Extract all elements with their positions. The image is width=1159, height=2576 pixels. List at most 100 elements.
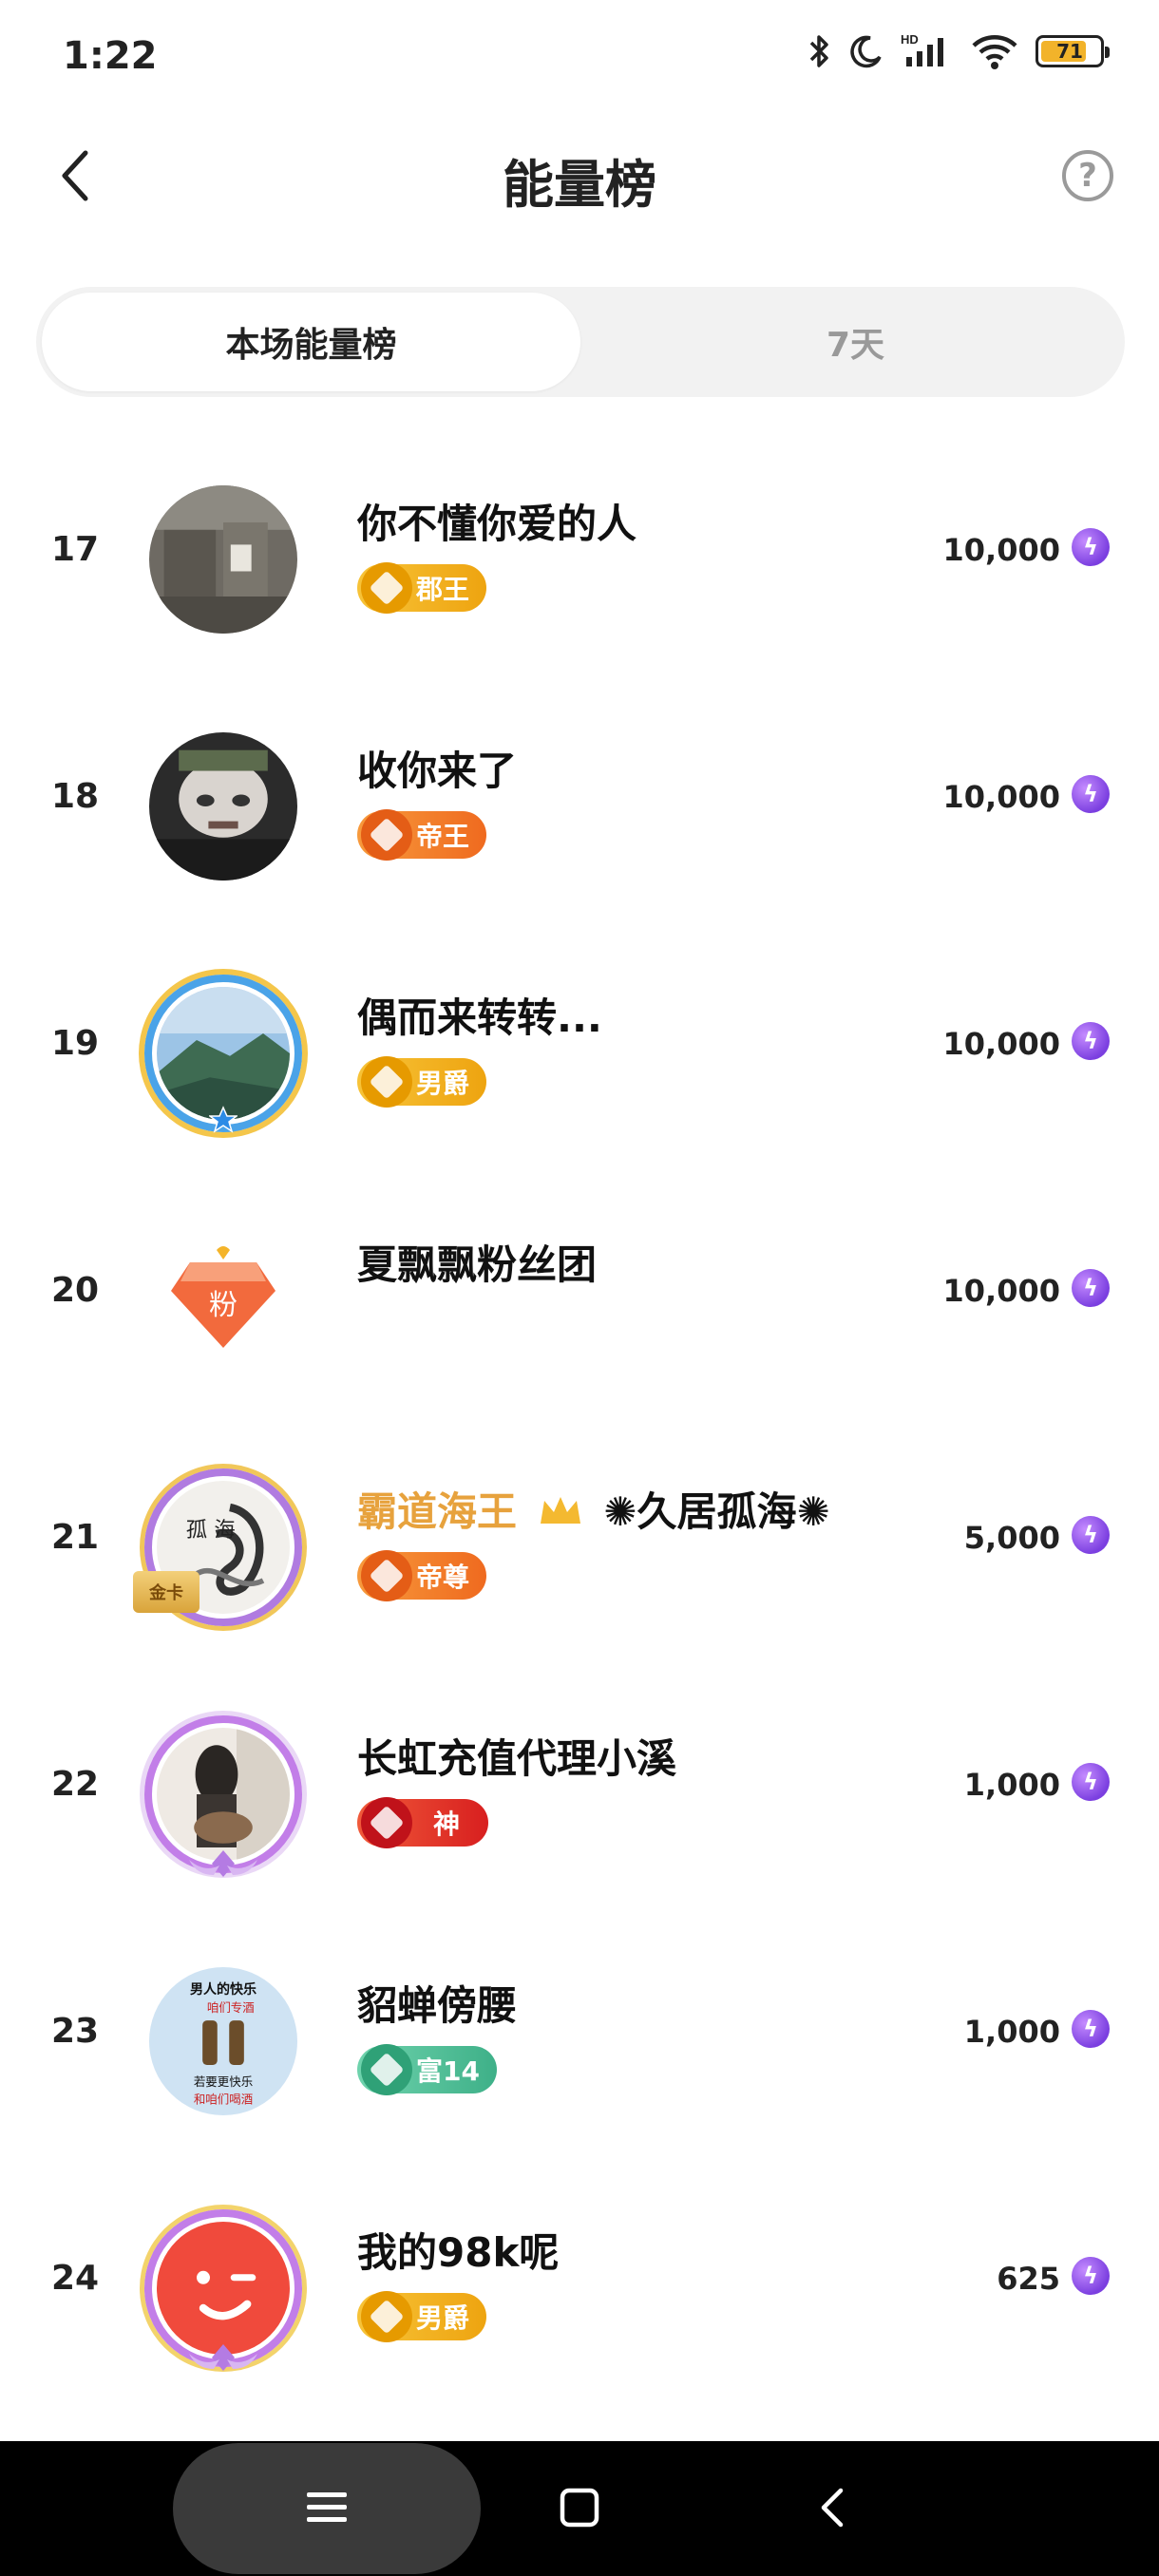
- avatar[interactable]: 粉: [133, 1210, 314, 1391]
- list-item[interactable]: 23 男人的快乐 咱们专酒 若要更快乐 和咱们喝酒 貂蝉傍腰 富14 1,000…: [0, 1909, 1159, 2156]
- list-item[interactable]: 24 我的98k呢 男爵 625 ϟ: [0, 2156, 1159, 2403]
- fan-label: 粉: [209, 1289, 238, 1322]
- list-item[interactable]: 20 粉 夏飘飘粉丝团 10,000 ϟ: [0, 1168, 1159, 1415]
- home-button[interactable]: [542, 2470, 618, 2546]
- level-badge: 郡王: [357, 562, 487, 614]
- diamond-badge-icon: [361, 2291, 412, 2342]
- user-name: 我的98k呢: [357, 2229, 560, 2276]
- rank-number: 22: [51, 1765, 100, 1804]
- list-item[interactable]: 18 收你来了 帝王 10,000 ϟ: [0, 674, 1159, 921]
- lightning-energy-icon: ϟ: [1072, 2257, 1110, 2295]
- status-icons: HD 71: [808, 32, 1110, 70]
- signal-icon: HD: [901, 32, 954, 70]
- level-badge: 帝王: [357, 809, 487, 861]
- avatar[interactable]: 男人的快乐 咱们专酒 若要更快乐 和咱们喝酒: [133, 1951, 314, 2131]
- user-name: 霸道海王 ✺久居孤海✺: [357, 1480, 830, 1539]
- status-time: 1:22: [63, 34, 158, 78]
- energy-score: 10,000: [942, 1273, 1060, 1309]
- level-badge: 男爵: [357, 2291, 487, 2342]
- list-item[interactable]: 17 你不懂你爱的人 郡王 10,000 ϟ: [0, 427, 1159, 674]
- diamond-badge-icon: [361, 562, 412, 614]
- user-name-rest: ✺久居孤海✺: [603, 1488, 830, 1535]
- chevron-rank-badge-icon: [361, 1550, 412, 1601]
- energy-score: 5,000: [963, 1520, 1060, 1556]
- level-badge: 男爵: [357, 1056, 487, 1108]
- back-nav-button[interactable]: [794, 2470, 870, 2546]
- rank-number: 20: [51, 1271, 100, 1310]
- chevron-rank-badge-icon: [361, 809, 412, 861]
- energy-score: 10,000: [942, 532, 1060, 568]
- badge-label: 帝王: [416, 821, 470, 852]
- battery-icon: 71: [1036, 35, 1110, 67]
- tab-7-days[interactable]: 7天: [586, 287, 1125, 397]
- badge-label: 男爵: [416, 2302, 470, 2334]
- menu-icon: [307, 2492, 347, 2522]
- help-button[interactable]: ?: [1062, 150, 1113, 201]
- rank-number: 17: [51, 530, 100, 569]
- user-name-gold: 霸道海王: [357, 1488, 518, 1535]
- energy-score: 1,000: [963, 1767, 1060, 1803]
- avatar[interactable]: [133, 716, 314, 897]
- battery-level: 71: [1056, 40, 1083, 63]
- svg-text:男人的快乐: 男人的快乐: [190, 1981, 256, 1998]
- user-name: 偶而来转转...: [357, 994, 602, 1041]
- avatar[interactable]: [133, 963, 314, 1144]
- badge-label: 男爵: [416, 1068, 470, 1099]
- badge-label: 郡王: [416, 574, 470, 605]
- hd-label: HD: [901, 32, 919, 47]
- menu-button[interactable]: [289, 2470, 365, 2546]
- beer-poster: 男人的快乐 咱们专酒 若要更快乐 和咱们喝酒: [149, 1967, 297, 2115]
- fan-club-diamond-icon: 粉: [171, 1246, 276, 1348]
- user-name: 你不懂你爱的人: [357, 501, 637, 547]
- tab-bar: 本场能量榜 7天: [36, 287, 1125, 397]
- lightning-energy-icon: ϟ: [1072, 528, 1110, 566]
- user-name: 收你来了: [357, 748, 518, 794]
- avatar[interactable]: [133, 2198, 314, 2378]
- level-badge: 帝尊: [357, 1550, 487, 1601]
- list-item[interactable]: 21 孤 海 金卡 霸道海王 ✺久居孤海✺ 帝尊 5,000 ϟ: [0, 1415, 1159, 1662]
- avatar[interactable]: [133, 469, 314, 650]
- stone-wall-photo: [149, 485, 297, 634]
- badge-label: 帝尊: [416, 1562, 470, 1593]
- tab-current-session[interactable]: 本场能量榜: [42, 293, 580, 391]
- user-name: 长虹充值代理小溪: [357, 1735, 677, 1782]
- rank-number: 18: [51, 777, 100, 816]
- ranking-list: 17 你不懂你爱的人 郡王 10,000 ϟ 18 收你来了 帝王 10,000…: [0, 427, 1159, 2403]
- user-name: 貂蝉傍腰: [357, 1982, 518, 2029]
- avatar[interactable]: 孤 海 金卡: [133, 1457, 314, 1638]
- status-bar: 1:22 HD 71: [0, 0, 1159, 114]
- rank-number: 24: [51, 2259, 100, 2298]
- level-badge: 富14: [357, 2044, 497, 2095]
- energy-score: 625: [997, 2261, 1060, 2297]
- lightning-energy-icon: ϟ: [1072, 1022, 1110, 1060]
- lightning-energy-icon: ϟ: [1072, 1516, 1110, 1554]
- user-name: 夏飘飘粉丝团: [357, 1241, 598, 1288]
- question-mark-icon: ?: [1078, 157, 1097, 195]
- lightning-energy-icon: ϟ: [1072, 775, 1110, 813]
- lightning-energy-icon: ϟ: [1072, 1763, 1110, 1801]
- list-item[interactable]: 19 偶而来转转... 男爵 10,000 ϟ: [0, 921, 1159, 1168]
- header: 能量榜 ?: [0, 114, 1159, 237]
- page-title: 能量榜: [503, 155, 656, 215]
- svg-text:若要更快乐: 若要更快乐: [194, 2074, 253, 2089]
- triangle-badge-icon: [361, 2044, 412, 2095]
- svg-text:咱们专酒: 咱们专酒: [207, 2000, 255, 2015]
- back-triangle-icon: [821, 2488, 844, 2528]
- bluetooth-icon: [808, 32, 832, 70]
- square-home-icon: [560, 2488, 599, 2528]
- gold-card-badge: 金卡: [133, 1571, 200, 1613]
- svg-text:和咱们喝酒: 和咱们喝酒: [194, 2093, 253, 2107]
- avatar[interactable]: [133, 1704, 314, 1885]
- star-icon: [209, 1106, 238, 1133]
- wing-ornament-icon: [189, 1850, 257, 1877]
- badge-label: 富14: [416, 2055, 480, 2087]
- wing-ornament-icon: [189, 2344, 257, 2371]
- energy-score: 10,000: [942, 1026, 1060, 1062]
- rank-number: 23: [51, 2012, 100, 2051]
- lightning-energy-icon: ϟ: [1072, 1269, 1110, 1307]
- list-item[interactable]: 22 长虹充值代理小溪 神 1,000 ϟ: [0, 1662, 1159, 1909]
- diamond-badge-icon: [361, 1056, 412, 1108]
- heart-badge-icon: [361, 1797, 412, 1848]
- badge-label: 神: [433, 1809, 461, 1840]
- moon-icon: [849, 34, 884, 68]
